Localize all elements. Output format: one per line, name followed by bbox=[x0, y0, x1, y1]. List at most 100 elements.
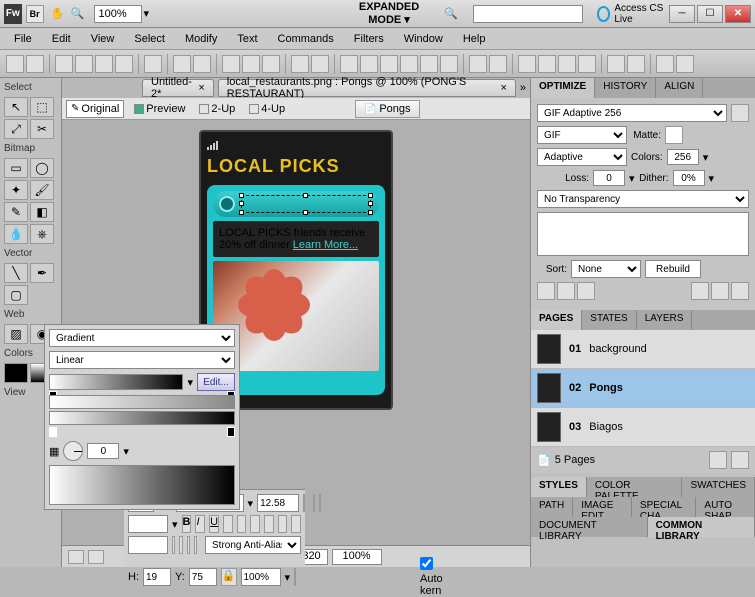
opacity-icon[interactable] bbox=[319, 494, 321, 512]
tab-imageedit[interactable]: IMAGE EDIT bbox=[573, 497, 632, 517]
line-tool[interactable]: ╲ bbox=[4, 263, 28, 283]
copy-icon[interactable] bbox=[242, 55, 260, 73]
tab-optimize[interactable]: OPTIMIZE bbox=[531, 78, 595, 98]
flip-v-icon[interactable] bbox=[676, 55, 694, 73]
open-icon[interactable] bbox=[26, 55, 44, 73]
export-icon[interactable] bbox=[115, 55, 133, 73]
text-color[interactable] bbox=[313, 494, 315, 512]
anti-alias[interactable]: Strong Anti-Alias bbox=[205, 536, 301, 554]
tab-states[interactable]: STATES bbox=[582, 310, 636, 330]
tab-history[interactable]: HISTORY bbox=[595, 78, 656, 98]
opt-ico2[interactable] bbox=[557, 282, 575, 300]
gradient-style-select[interactable]: Linear bbox=[49, 351, 235, 369]
search-input[interactable] bbox=[473, 5, 583, 23]
align-top-icon[interactable] bbox=[400, 55, 418, 73]
rect-tool[interactable]: ▢ bbox=[4, 285, 28, 305]
minimize-button[interactable]: ─ bbox=[669, 5, 695, 23]
new-icon[interactable] bbox=[6, 55, 24, 73]
tab-swatches[interactable]: SWATCHES bbox=[682, 477, 755, 497]
save-icon[interactable] bbox=[55, 55, 73, 73]
selection-box[interactable] bbox=[241, 195, 371, 213]
eyedropper-icon[interactable] bbox=[194, 536, 197, 554]
preset-menu-icon[interactable] bbox=[731, 104, 749, 122]
rotate-ccw-icon[interactable] bbox=[627, 55, 645, 73]
align-center-button[interactable] bbox=[237, 515, 247, 533]
view-2up[interactable]: 2-Up bbox=[195, 101, 239, 117]
align-left-button[interactable] bbox=[223, 515, 233, 533]
align-left-icon[interactable] bbox=[340, 55, 358, 73]
preset-icon[interactable]: ▦ bbox=[49, 445, 59, 458]
page-item[interactable]: 02Pongs bbox=[531, 369, 755, 408]
trash-icon[interactable] bbox=[731, 451, 749, 469]
align-right-icon[interactable] bbox=[380, 55, 398, 73]
page-selector[interactable]: 📄 Pongs bbox=[355, 100, 419, 118]
opt-lock-icon[interactable] bbox=[711, 282, 729, 300]
align-right-button[interactable] bbox=[250, 515, 260, 533]
align-bottom-icon[interactable] bbox=[440, 55, 458, 73]
auto-kern-checkbox[interactable] bbox=[420, 557, 433, 570]
tab-autoshape[interactable]: AUTO SHAP bbox=[696, 497, 755, 517]
import-icon[interactable] bbox=[95, 55, 113, 73]
menu-window[interactable]: Window bbox=[396, 31, 451, 47]
undo-icon[interactable] bbox=[173, 55, 191, 73]
bridge-button[interactable]: Br bbox=[26, 5, 44, 23]
stamp-tool[interactable]: ⎈ bbox=[30, 224, 54, 244]
palette-select[interactable]: Adaptive bbox=[537, 148, 627, 166]
distribute-v-icon[interactable] bbox=[489, 55, 507, 73]
group-icon[interactable] bbox=[291, 55, 309, 73]
angle-dial[interactable] bbox=[63, 441, 83, 461]
align-middle-icon[interactable] bbox=[420, 55, 438, 73]
flip-h-icon[interactable] bbox=[656, 55, 674, 73]
y-input[interactable] bbox=[189, 568, 217, 586]
paste-icon[interactable] bbox=[262, 55, 280, 73]
tracking[interactable] bbox=[128, 515, 168, 533]
height-input[interactable] bbox=[143, 568, 171, 586]
zoom-icon[interactable]: 🔍 bbox=[70, 4, 86, 24]
edit-gradient-button[interactable]: Edit... bbox=[197, 373, 235, 391]
sort-select[interactable]: None bbox=[571, 260, 641, 278]
revert-icon[interactable] bbox=[75, 55, 93, 73]
bold-button[interactable]: B bbox=[182, 515, 192, 533]
learn-more-link[interactable]: Learn More... bbox=[293, 239, 358, 251]
menu-select[interactable]: Select bbox=[126, 31, 173, 47]
hand-icon[interactable]: ✋ bbox=[50, 4, 66, 24]
tab-styles[interactable]: STYLES bbox=[531, 477, 587, 497]
dither-input[interactable] bbox=[673, 170, 705, 186]
italic-button[interactable]: I bbox=[195, 515, 205, 533]
color-ramp[interactable] bbox=[49, 411, 235, 425]
maximize-button[interactable]: ☐ bbox=[697, 5, 723, 23]
preset-select[interactable]: GIF Adaptive 256 bbox=[537, 104, 727, 122]
pointer-tool[interactable]: ↖ bbox=[4, 97, 28, 117]
prev-page-icon[interactable] bbox=[88, 550, 104, 564]
leading[interactable] bbox=[128, 536, 168, 554]
crop-tool[interactable]: ✂ bbox=[30, 119, 54, 139]
tab-commonlib[interactable]: COMMON LIBRARY bbox=[648, 517, 755, 537]
page-item[interactable]: 03Biagos bbox=[531, 408, 755, 447]
front-icon[interactable] bbox=[518, 55, 536, 73]
font-size[interactable] bbox=[257, 494, 299, 512]
view-4up[interactable]: 4-Up bbox=[245, 101, 289, 117]
close-button[interactable]: ✕ bbox=[725, 5, 751, 23]
align-center-icon[interactable] bbox=[360, 55, 378, 73]
view-original[interactable]: ✎ Original bbox=[66, 100, 124, 118]
indent-button[interactable] bbox=[278, 515, 288, 533]
blur-tool[interactable]: 💧 bbox=[4, 224, 28, 244]
lock-icon[interactable]: 🔒 bbox=[221, 568, 237, 586]
angle-input[interactable] bbox=[87, 443, 119, 459]
direction-icon[interactable] bbox=[187, 536, 190, 554]
opt-add-icon[interactable] bbox=[691, 282, 709, 300]
colors-input[interactable] bbox=[667, 149, 699, 165]
page-item[interactable]: 01background bbox=[531, 330, 755, 369]
close-tab-icon[interactable]: × bbox=[198, 82, 204, 94]
menu-file[interactable]: File bbox=[6, 31, 40, 47]
canvas-zoom[interactable]: 100% bbox=[332, 549, 382, 565]
backward-icon[interactable] bbox=[578, 55, 596, 73]
stroke-color[interactable] bbox=[4, 363, 28, 383]
close-tab-icon[interactable]: × bbox=[500, 82, 506, 94]
tab-align[interactable]: ALIGN bbox=[656, 78, 703, 98]
redo-icon[interactable] bbox=[193, 55, 211, 73]
lasso-tool[interactable]: ◯ bbox=[30, 158, 54, 178]
format-select[interactable]: GIF bbox=[537, 126, 627, 144]
slice-tool[interactable]: ▨ bbox=[4, 324, 28, 344]
menu-filters[interactable]: Filters bbox=[346, 31, 392, 47]
